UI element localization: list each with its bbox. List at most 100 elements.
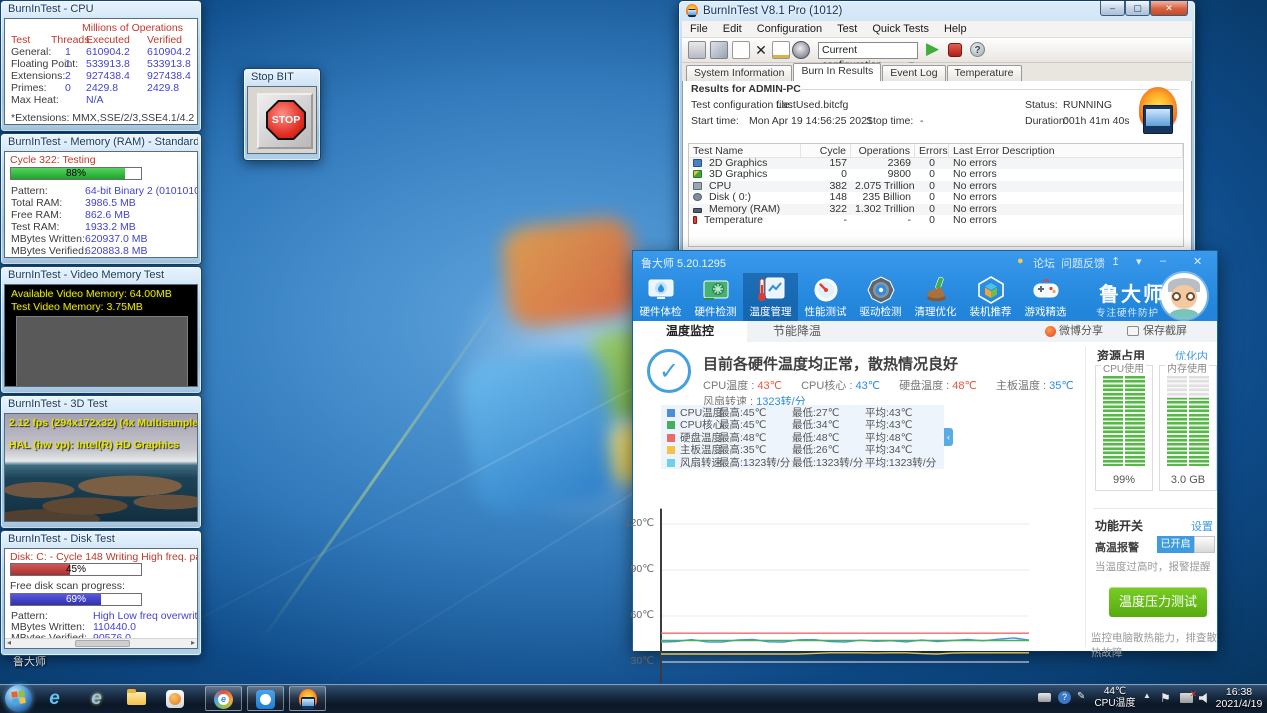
menu-help[interactable]: Help [944,23,967,37]
tray-volume-icon[interactable] [1199,692,1211,704]
browser-e-icon: e [218,694,229,705]
window-title[interactable]: BurnInTest - Video Memory Test [4,267,198,284]
share-icon[interactable]: ↥ [1111,255,1120,268]
results-table-header[interactable]: Test Name Cycle Operations Errors Last E… [689,144,1183,158]
tray-clock[interactable]: 16:38 2021/4/19 [1215,686,1263,710]
tab-event-log[interactable]: Event Log [882,65,945,81]
nav-game-selection[interactable]: 游戏精选 [1018,273,1073,321]
skin-icon[interactable]: ▾ [1136,255,1142,268]
clipboard-icon[interactable] [732,41,750,59]
table-row[interactable]: CPU3822.075 Trillion0No errors [689,181,1183,192]
nav-temperature-management[interactable]: 温度管理 [743,273,798,321]
delete-icon[interactable]: ✕ [752,41,770,59]
tray-cpu-temperature[interactable]: 44℃ CPU温度 [1093,686,1137,710]
configuration-select[interactable]: Current configuration ▾ [818,42,918,59]
forum-link[interactable]: 论坛 [1033,255,1055,271]
tray-device-icon[interactable] [1038,693,1051,702]
tray-network-icon[interactable]: ✕ [1180,693,1193,703]
taskbar-browser-button[interactable]: e [205,686,242,711]
scroll-left-arrow-icon[interactable]: ◂ [7,638,11,647]
scroll-right-arrow-icon[interactable]: ▸ [191,638,195,647]
minimize-button[interactable]: – [1100,1,1125,16]
menu-file[interactable]: File [690,23,708,37]
window-title[interactable]: BurnInTest - 3D Test [4,396,198,413]
help-button[interactable]: ? [970,42,985,57]
results-heading: Results for ADMIN-PC [691,83,801,95]
temperature-status-title: 目前各硬件温度均正常，散热情况良好 [703,353,958,374]
start-tests-button[interactable]: ▶ [926,39,939,59]
windows-flag-icon [11,690,26,705]
settings-link[interactable]: 设置 [1191,518,1213,534]
nav-hardware-checkup[interactable]: 硬件体检 [633,273,688,321]
alarm-label: 高温报警 [1095,539,1139,555]
table-row[interactable]: 2D Graphics15723690No errors [689,158,1183,169]
window-title[interactable]: BurnInTest - Disk Test [4,531,198,548]
tray-action-center-icon[interactable]: ⚑ [1160,691,1171,705]
col-errors[interactable]: Errors [915,144,949,157]
chart-y-axis-labels: 0℃30℃60℃90℃120℃ [633,342,654,651]
temperature-stress-test-button[interactable]: 温度压力测试 [1109,587,1207,617]
menu-test[interactable]: Test [837,23,857,37]
stop-tests-button[interactable] [948,43,962,57]
close-button[interactable]: ✕ [1150,1,1188,16]
taskbar-burnintest-button[interactable] [289,686,326,711]
nav-performance-test[interactable]: 性能测试 [798,273,853,321]
disk-horizontal-scrollbar[interactable]: ◂ ▸ [5,638,197,648]
tray-help-icon[interactable]: ? [1058,691,1071,704]
table-row[interactable]: Temperature--0No errors [689,215,1183,226]
maximize-button[interactable]: ▢ [1125,1,1150,16]
high-temp-alarm-toggle[interactable]: 已开启 [1157,536,1215,553]
col-test-name[interactable]: Test Name [689,144,801,157]
nav-hardware-detect[interactable]: 硬件检测 [688,273,743,321]
window-title[interactable]: BurnInTest - Memory (RAM) - Standard [4,134,198,151]
gpu-card-icon [701,275,731,305]
feedback-link[interactable]: 问题反馈 [1061,255,1105,271]
tray-pen-icon[interactable]: ✎ [1077,691,1085,702]
taskbar-masterlu-button[interactable] [247,686,284,711]
legend-collapse-button[interactable]: ‹ [944,428,953,446]
gauge-icon[interactable] [792,41,810,59]
tab-system-information[interactable]: System Information [686,65,792,81]
col-last-error[interactable]: Last Error Description [949,144,1183,157]
save-screenshot-link[interactable]: 保存截屏 [1143,321,1207,342]
scroll-thumb[interactable] [75,640,130,647]
tab-temperature[interactable]: Temperature [947,65,1022,81]
avatar-shirt [1169,309,1199,319]
close-button[interactable]: ✕ [1193,255,1202,268]
start-button[interactable] [5,685,32,712]
disk-icon [693,193,702,201]
table-row[interactable]: 3D Graphics098000No errors [689,169,1183,180]
menu-edit[interactable]: Edit [723,23,742,37]
window-title[interactable]: 鲁大师 5.20.1295 [641,255,726,271]
window-title[interactable]: Stop BIT [247,69,317,86]
window-title[interactable]: BurnInTest V8.1 Pro (1012) [703,4,842,19]
table-row[interactable]: Disk ( 0:)148235 Billion0No errors [689,192,1183,203]
menu-quick-tests[interactable]: Quick Tests [872,23,929,37]
window-title[interactable]: BurnInTest - CPU [4,1,198,18]
nav-build-recommend[interactable]: 装机推荐 [963,273,1018,321]
minimize-button[interactable]: – [1160,255,1166,267]
tray-show-hidden-icon[interactable]: ▲ [1143,691,1151,700]
taskbar-ie-classic-icon[interactable]: e [84,686,109,711]
nav-driver-detect[interactable]: 驱动检测 [853,273,908,321]
weibo-share-link[interactable]: 微博分享 [1059,321,1121,342]
tab-temperature-monitor[interactable]: 温度监控 [633,321,747,342]
menu-configuration[interactable]: Configuration [757,23,822,37]
col-operations[interactable]: Operations [851,144,915,157]
window-burnintest-disk: BurnInTest - Disk Test Disk: C: - Cycle … [0,530,202,656]
legend-row: CPU核心最高:45℃最低:34℃平均:43℃ [661,419,944,431]
tab-burn-in-results[interactable]: Burn In Results [793,63,881,81]
medal-icon[interactable]: ● [1017,255,1024,267]
certificate-icon[interactable] [772,41,790,59]
report-icon[interactable] [688,41,706,59]
taskbar-ie-icon[interactable]: e [42,686,67,711]
taskbar-media-player-icon[interactable] [163,686,188,711]
machine-icon[interactable] [710,41,728,59]
tab-energy-cooling[interactable]: 节能降温 [747,321,847,342]
taskbar-explorer-icon[interactable] [124,686,149,711]
nav-cleanup-optimize[interactable]: 清理优化 [908,273,963,321]
col-cycle[interactable]: Cycle [801,144,851,157]
stop-bit-button[interactable]: STOP [257,93,313,149]
table-row[interactable]: Memory (RAM)3221.302 Trillion0No errors [689,204,1183,215]
memory-usage-gauge: 内存使用 3.0 GB [1159,365,1217,491]
